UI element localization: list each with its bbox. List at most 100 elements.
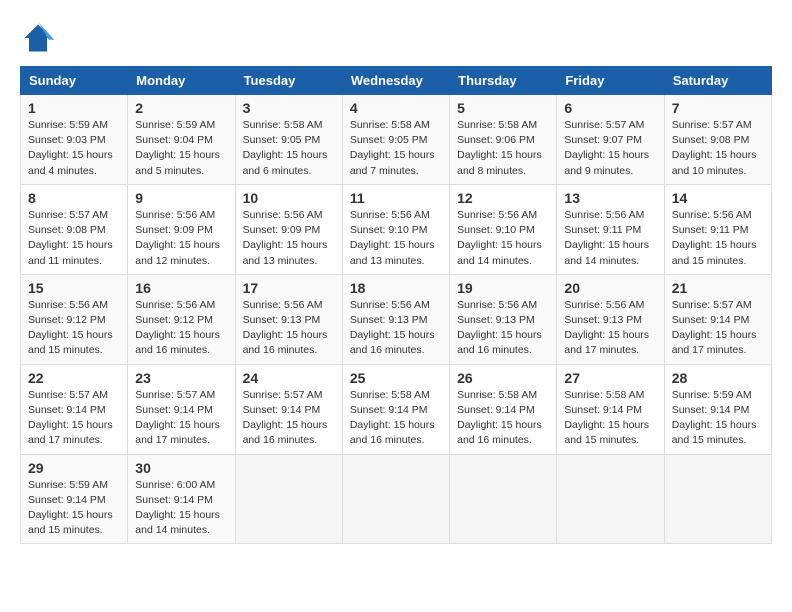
calendar-week-4: 22 Sunrise: 5:57 AM Sunset: 9:14 PM Dayl… (21, 364, 772, 454)
day-number: 13 (564, 190, 656, 206)
day-header-saturday: Saturday (664, 67, 771, 95)
day-cell-24: 24 Sunrise: 5:57 AM Sunset: 9:14 PM Dayl… (235, 364, 342, 454)
day-number: 11 (350, 190, 442, 206)
logo-icon (20, 20, 56, 56)
day-info: Sunrise: 5:57 AM Sunset: 9:08 PM Dayligh… (28, 209, 113, 267)
day-number: 20 (564, 280, 656, 296)
logo (20, 20, 62, 56)
day-info: Sunrise: 5:58 AM Sunset: 9:14 PM Dayligh… (564, 389, 649, 447)
day-header-monday: Monday (128, 67, 235, 95)
day-cell-11: 11 Sunrise: 5:56 AM Sunset: 9:10 PM Dayl… (342, 184, 449, 274)
day-cell-18: 18 Sunrise: 5:56 AM Sunset: 9:13 PM Dayl… (342, 274, 449, 364)
day-info: Sunrise: 5:56 AM Sunset: 9:13 PM Dayligh… (243, 299, 328, 357)
day-number: 24 (243, 370, 335, 386)
day-number: 23 (135, 370, 227, 386)
day-number: 16 (135, 280, 227, 296)
day-number: 22 (28, 370, 120, 386)
day-number: 4 (350, 100, 442, 116)
day-info: Sunrise: 5:56 AM Sunset: 9:12 PM Dayligh… (135, 299, 220, 357)
day-number: 8 (28, 190, 120, 206)
day-number: 26 (457, 370, 549, 386)
day-cell-1: 1 Sunrise: 5:59 AM Sunset: 9:03 PM Dayli… (21, 95, 128, 185)
calendar-week-1: 1 Sunrise: 5:59 AM Sunset: 9:03 PM Dayli… (21, 95, 772, 185)
day-number: 7 (672, 100, 764, 116)
page-header (20, 20, 772, 56)
day-info: Sunrise: 5:56 AM Sunset: 9:09 PM Dayligh… (243, 209, 328, 267)
day-number: 21 (672, 280, 764, 296)
day-info: Sunrise: 5:56 AM Sunset: 9:10 PM Dayligh… (457, 209, 542, 267)
day-cell-13: 13 Sunrise: 5:56 AM Sunset: 9:11 PM Dayl… (557, 184, 664, 274)
day-info: Sunrise: 5:57 AM Sunset: 9:08 PM Dayligh… (672, 119, 757, 177)
empty-cell (342, 454, 449, 544)
day-info: Sunrise: 5:56 AM Sunset: 9:09 PM Dayligh… (135, 209, 220, 267)
calendar-week-3: 15 Sunrise: 5:56 AM Sunset: 9:12 PM Dayl… (21, 274, 772, 364)
day-info: Sunrise: 5:56 AM Sunset: 9:13 PM Dayligh… (564, 299, 649, 357)
day-info: Sunrise: 6:00 AM Sunset: 9:14 PM Dayligh… (135, 479, 220, 537)
day-cell-3: 3 Sunrise: 5:58 AM Sunset: 9:05 PM Dayli… (235, 95, 342, 185)
day-number: 5 (457, 100, 549, 116)
day-cell-19: 19 Sunrise: 5:56 AM Sunset: 9:13 PM Dayl… (450, 274, 557, 364)
day-cell-25: 25 Sunrise: 5:58 AM Sunset: 9:14 PM Dayl… (342, 364, 449, 454)
empty-cell (557, 454, 664, 544)
empty-cell (664, 454, 771, 544)
day-number: 19 (457, 280, 549, 296)
day-info: Sunrise: 5:58 AM Sunset: 9:05 PM Dayligh… (350, 119, 435, 177)
day-cell-28: 28 Sunrise: 5:59 AM Sunset: 9:14 PM Dayl… (664, 364, 771, 454)
day-info: Sunrise: 5:57 AM Sunset: 9:14 PM Dayligh… (135, 389, 220, 447)
day-number: 10 (243, 190, 335, 206)
day-header-tuesday: Tuesday (235, 67, 342, 95)
day-cell-9: 9 Sunrise: 5:56 AM Sunset: 9:09 PM Dayli… (128, 184, 235, 274)
day-info: Sunrise: 5:57 AM Sunset: 9:14 PM Dayligh… (243, 389, 328, 447)
day-info: Sunrise: 5:58 AM Sunset: 9:14 PM Dayligh… (457, 389, 542, 447)
day-cell-12: 12 Sunrise: 5:56 AM Sunset: 9:10 PM Dayl… (450, 184, 557, 274)
day-info: Sunrise: 5:56 AM Sunset: 9:11 PM Dayligh… (672, 209, 757, 267)
empty-cell (450, 454, 557, 544)
day-cell-15: 15 Sunrise: 5:56 AM Sunset: 9:12 PM Dayl… (21, 274, 128, 364)
day-cell-2: 2 Sunrise: 5:59 AM Sunset: 9:04 PM Dayli… (128, 95, 235, 185)
day-cell-23: 23 Sunrise: 5:57 AM Sunset: 9:14 PM Dayl… (128, 364, 235, 454)
day-header-sunday: Sunday (21, 67, 128, 95)
day-number: 28 (672, 370, 764, 386)
day-info: Sunrise: 5:58 AM Sunset: 9:06 PM Dayligh… (457, 119, 542, 177)
day-info: Sunrise: 5:59 AM Sunset: 9:03 PM Dayligh… (28, 119, 113, 177)
empty-cell (235, 454, 342, 544)
day-cell-27: 27 Sunrise: 5:58 AM Sunset: 9:14 PM Dayl… (557, 364, 664, 454)
day-number: 18 (350, 280, 442, 296)
day-cell-7: 7 Sunrise: 5:57 AM Sunset: 9:08 PM Dayli… (664, 95, 771, 185)
day-cell-5: 5 Sunrise: 5:58 AM Sunset: 9:06 PM Dayli… (450, 95, 557, 185)
day-info: Sunrise: 5:56 AM Sunset: 9:11 PM Dayligh… (564, 209, 649, 267)
day-number: 1 (28, 100, 120, 116)
day-number: 30 (135, 460, 227, 476)
day-cell-17: 17 Sunrise: 5:56 AM Sunset: 9:13 PM Dayl… (235, 274, 342, 364)
day-cell-4: 4 Sunrise: 5:58 AM Sunset: 9:05 PM Dayli… (342, 95, 449, 185)
day-cell-14: 14 Sunrise: 5:56 AM Sunset: 9:11 PM Dayl… (664, 184, 771, 274)
day-cell-26: 26 Sunrise: 5:58 AM Sunset: 9:14 PM Dayl… (450, 364, 557, 454)
day-info: Sunrise: 5:58 AM Sunset: 9:14 PM Dayligh… (350, 389, 435, 447)
day-info: Sunrise: 5:59 AM Sunset: 9:14 PM Dayligh… (28, 479, 113, 537)
day-cell-6: 6 Sunrise: 5:57 AM Sunset: 9:07 PM Dayli… (557, 95, 664, 185)
day-number: 29 (28, 460, 120, 476)
day-header-wednesday: Wednesday (342, 67, 449, 95)
day-cell-29: 29 Sunrise: 5:59 AM Sunset: 9:14 PM Dayl… (21, 454, 128, 544)
day-info: Sunrise: 5:57 AM Sunset: 9:14 PM Dayligh… (28, 389, 113, 447)
day-info: Sunrise: 5:59 AM Sunset: 9:14 PM Dayligh… (672, 389, 757, 447)
day-number: 6 (564, 100, 656, 116)
day-info: Sunrise: 5:56 AM Sunset: 9:10 PM Dayligh… (350, 209, 435, 267)
day-info: Sunrise: 5:56 AM Sunset: 9:12 PM Dayligh… (28, 299, 113, 357)
day-cell-8: 8 Sunrise: 5:57 AM Sunset: 9:08 PM Dayli… (21, 184, 128, 274)
day-header-thursday: Thursday (450, 67, 557, 95)
day-number: 17 (243, 280, 335, 296)
day-cell-16: 16 Sunrise: 5:56 AM Sunset: 9:12 PM Dayl… (128, 274, 235, 364)
day-info: Sunrise: 5:56 AM Sunset: 9:13 PM Dayligh… (457, 299, 542, 357)
day-number: 25 (350, 370, 442, 386)
day-number: 14 (672, 190, 764, 206)
day-number: 12 (457, 190, 549, 206)
day-info: Sunrise: 5:59 AM Sunset: 9:04 PM Dayligh… (135, 119, 220, 177)
day-info: Sunrise: 5:56 AM Sunset: 9:13 PM Dayligh… (350, 299, 435, 357)
calendar-week-5: 29 Sunrise: 5:59 AM Sunset: 9:14 PM Dayl… (21, 454, 772, 544)
day-header-friday: Friday (557, 67, 664, 95)
day-number: 9 (135, 190, 227, 206)
calendar-header-row: SundayMondayTuesdayWednesdayThursdayFrid… (21, 67, 772, 95)
day-cell-10: 10 Sunrise: 5:56 AM Sunset: 9:09 PM Dayl… (235, 184, 342, 274)
day-number: 15 (28, 280, 120, 296)
